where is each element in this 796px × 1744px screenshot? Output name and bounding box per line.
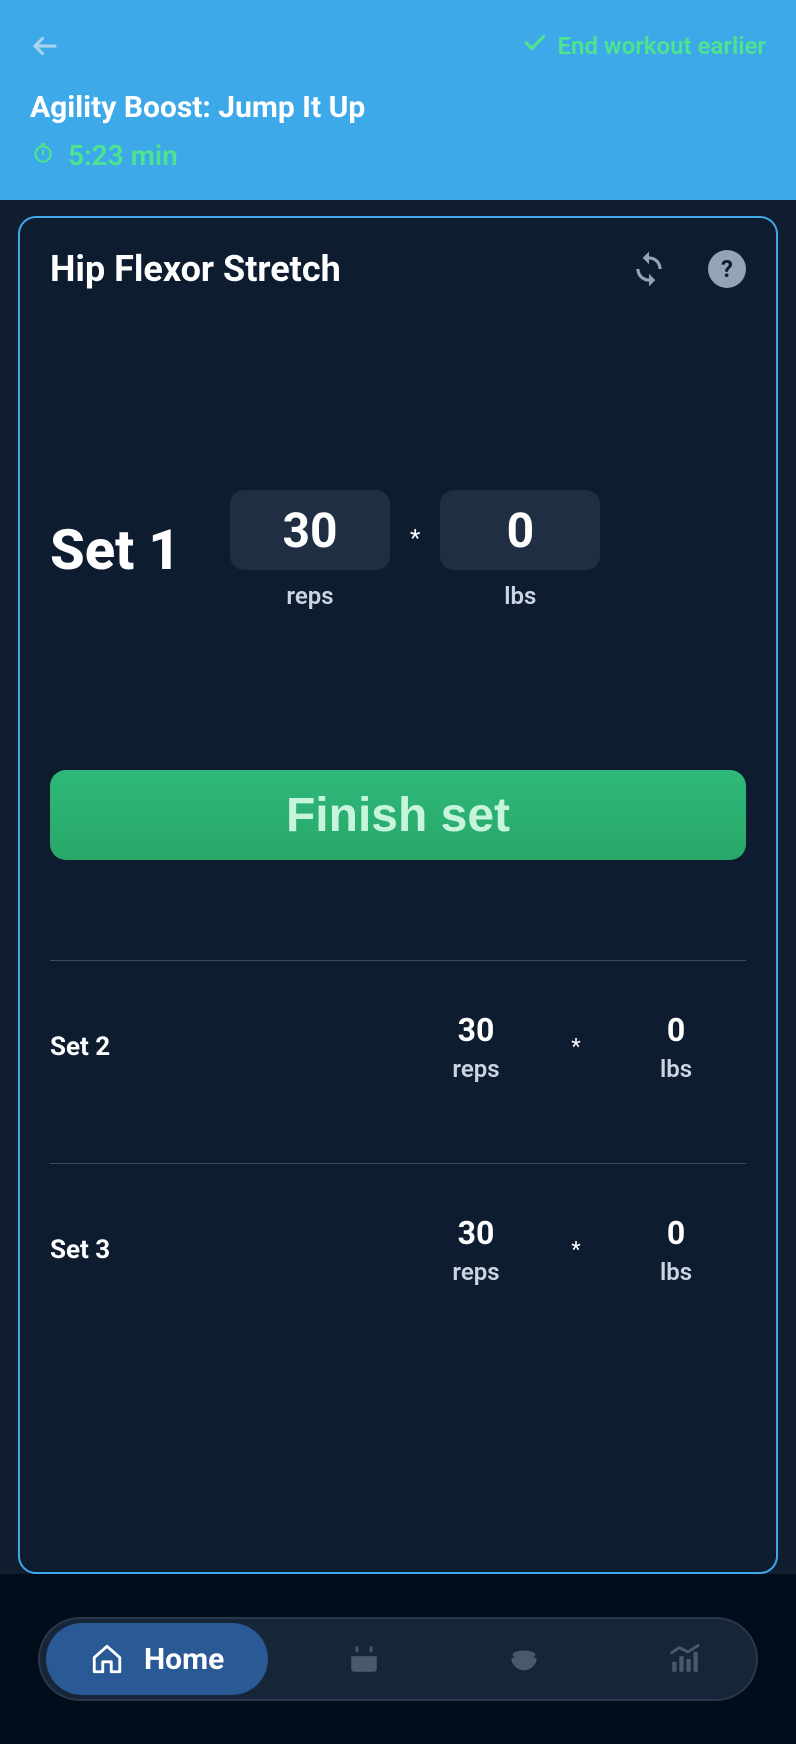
chart-icon xyxy=(668,1642,702,1676)
weight-unit: lbs xyxy=(504,582,536,610)
card-header: Hip Flexor Stretch ? xyxy=(50,248,746,290)
set-3-weight: 0 xyxy=(667,1214,685,1252)
multiply-symbol: * xyxy=(410,524,420,576)
back-arrow-icon[interactable] xyxy=(30,31,60,61)
bowl-icon xyxy=(507,1642,541,1676)
set-3-weight-unit: lbs xyxy=(660,1258,692,1286)
finish-set-button[interactable]: Finish set xyxy=(50,770,746,860)
set-2-weight-unit: lbs xyxy=(660,1055,692,1083)
end-workout-button[interactable]: End workout earlier xyxy=(522,30,767,62)
header: End workout earlier Agility Boost: Jump … xyxy=(0,0,796,200)
divider xyxy=(50,960,746,961)
header-top-row: End workout earlier xyxy=(30,30,766,62)
set-3-label: Set 3 xyxy=(50,1235,250,1265)
bottom-nav-area: Home xyxy=(0,1574,796,1744)
card-icons: ? xyxy=(630,250,746,288)
set-row-3[interactable]: Set 3 30 reps * 0 lbs xyxy=(50,1204,746,1316)
exercise-card: Hip Flexor Stretch ? Set 1 30 reps * 0 xyxy=(18,216,778,1574)
nav-stats[interactable] xyxy=(619,1642,750,1676)
reps-column: 30 reps xyxy=(230,490,390,610)
reps-input[interactable]: 30 xyxy=(230,490,390,570)
weight-value: 0 xyxy=(507,502,535,559)
nav-meals[interactable] xyxy=(459,1642,590,1676)
set-2-reps: 30 xyxy=(458,1011,495,1049)
refresh-icon[interactable] xyxy=(630,250,668,288)
set-2-reps-unit: reps xyxy=(452,1055,499,1083)
nav-home-label: Home xyxy=(144,1642,224,1677)
stopwatch-icon xyxy=(30,141,56,171)
weight-column: 0 lbs xyxy=(440,490,600,610)
reps-value: 30 xyxy=(282,502,337,559)
timer-row: 5:23 min xyxy=(30,139,766,172)
set-3-reps-col: 30 reps xyxy=(406,1214,546,1286)
nav-calendar[interactable] xyxy=(298,1642,429,1676)
exercise-name: Hip Flexor Stretch xyxy=(50,248,341,290)
calendar-icon xyxy=(347,1642,381,1676)
workout-title: Agility Boost: Jump It Up xyxy=(30,90,766,125)
content-area: Hip Flexor Stretch ? Set 1 30 reps * 0 xyxy=(0,200,796,1574)
set-2-weight-col: 0 lbs xyxy=(606,1011,746,1083)
divider xyxy=(50,1163,746,1164)
set-2-reps-col: 30 reps xyxy=(406,1011,546,1083)
help-icon[interactable]: ? xyxy=(708,250,746,288)
home-icon xyxy=(90,1642,124,1676)
end-workout-label: End workout earlier xyxy=(558,32,767,60)
check-icon xyxy=(522,30,548,62)
set-2-label: Set 2 xyxy=(50,1032,250,1062)
set-3-reps: 30 xyxy=(458,1214,495,1252)
reps-unit: reps xyxy=(286,582,333,610)
multiply-symbol: * xyxy=(546,1238,606,1263)
nav-home[interactable]: Home xyxy=(46,1623,268,1695)
current-set-label: Set 1 xyxy=(50,517,230,583)
set-2-weight: 0 xyxy=(667,1011,685,1049)
set-3-reps-unit: reps xyxy=(452,1258,499,1286)
current-set-row: Set 1 30 reps * 0 lbs xyxy=(50,490,746,610)
timer-text: 5:23 min xyxy=(68,139,178,172)
set-row-2[interactable]: Set 2 30 reps * 0 lbs xyxy=(50,1001,746,1113)
nav-pill: Home xyxy=(38,1617,758,1701)
weight-input[interactable]: 0 xyxy=(440,490,600,570)
multiply-symbol: * xyxy=(546,1035,606,1060)
set-3-weight-col: 0 lbs xyxy=(606,1214,746,1286)
